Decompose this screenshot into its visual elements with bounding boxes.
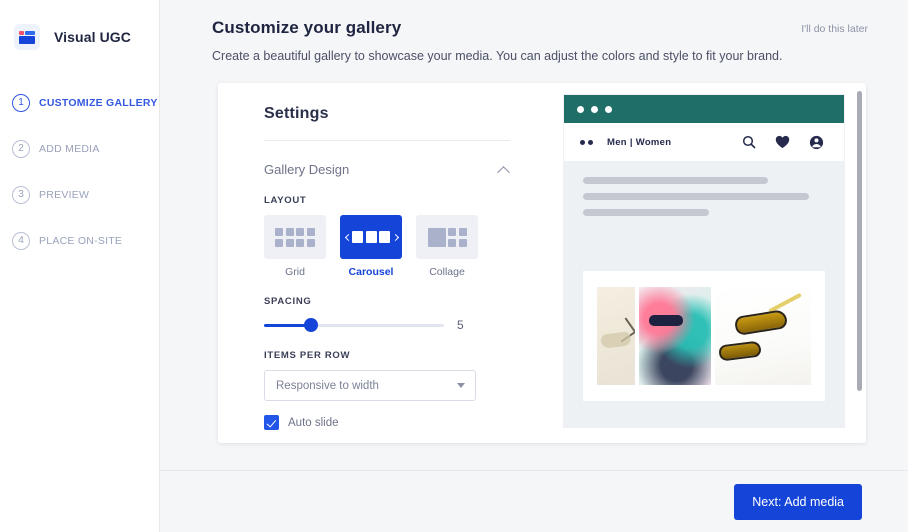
page-title: Customize your gallery [212,18,402,37]
sidebar-item-label: CUSTOMIZE GALLERY [39,97,158,109]
browser-mock: Men | Women [564,95,844,428]
layout-option-grid[interactable]: Grid [264,215,326,278]
placeholder-line [583,193,809,201]
items-per-row-select[interactable]: Responsive to width [264,370,476,402]
spacing-control: 5 [264,318,510,333]
account-icon[interactable] [809,135,824,150]
layout-option-label: Carousel [348,266,394,279]
grid-layout-icon [264,215,326,260]
window-dot-icon [605,105,612,113]
gallery-layout-icon [14,24,40,50]
nav-links[interactable]: Men | Women [607,137,671,148]
page-header: Customize your gallery Create a beautifu… [160,0,908,66]
checkmark-icon[interactable] [264,415,279,431]
brand: Visual UGC [0,24,159,50]
step-number-4: 4 [12,232,30,250]
sidebar-item-add-media[interactable]: 2 ADD MEDIA [0,126,159,172]
collage-layout-icon [416,215,478,260]
placeholder-line [583,177,768,185]
step-number-1: 1 [12,94,30,112]
spacing-label: SPACING [264,296,312,308]
next-add-media-button[interactable]: Next: Add media [734,483,862,520]
sidebar-item-label: PREVIEW [39,189,90,201]
chevron-down-icon [457,383,465,389]
layout-option-label: Collage [429,266,465,279]
footer-bar: Next: Add media [160,470,908,532]
carousel-strip[interactable] [597,287,811,386]
select-value: Responsive to width [276,379,379,392]
layout-option-carousel[interactable]: Carousel [340,215,402,278]
auto-slide-checkbox-row[interactable]: Auto slide [264,415,510,431]
gallery-tile[interactable] [715,287,811,386]
heart-icon[interactable] [775,135,790,149]
sidebar-item-label: ADD MEDIA [39,143,100,155]
customizer-card: Settings Gallery Design LAYOUT Grid Caro… [218,83,866,444]
layout-options: Grid Carousel Collage [264,215,510,278]
auto-slide-label: Auto slide [288,416,339,429]
settings-title: Settings [264,105,329,123]
gallery-tile[interactable] [639,287,711,386]
gallery-tile[interactable] [597,287,635,386]
chevron-up-icon[interactable] [498,164,510,176]
sidebar-item-customize-gallery[interactable]: 1 CUSTOMIZE GALLERY [0,80,159,126]
nav-icon-group [742,135,824,150]
layout-option-collage[interactable]: Collage [416,215,478,278]
gallery-design-section-header[interactable]: Gallery Design [264,162,510,177]
preview-panel: Men | Women [540,83,866,443]
window-dot-icon [591,105,598,113]
items-per-row-label: ITEMS PER ROW [264,350,351,362]
window-dot-icon [577,105,584,113]
customizer-card-wrap: Settings Gallery Design LAYOUT Grid Caro… [160,66,908,470]
spacing-slider[interactable] [264,318,444,333]
app-root: Visual UGC 1 CUSTOMIZE GALLERY 2 ADD MED… [0,0,908,532]
sidebar-item-preview[interactable]: 3 PREVIEW [0,172,159,218]
placeholder-line [583,209,710,217]
slider-knob[interactable] [303,318,318,333]
vertical-scrollbar[interactable] [857,91,862,392]
sidebar: Visual UGC 1 CUSTOMIZE GALLERY 2 ADD MED… [0,0,160,532]
section-title: Gallery Design [264,162,350,178]
gallery-preview [583,271,825,402]
layout-label: LAYOUT [264,195,307,207]
step-number-3: 3 [12,186,30,204]
layout-option-label: Grid [285,266,305,279]
page-subtitle: Create a beautiful gallery to showcase y… [212,49,783,63]
search-icon[interactable] [742,135,756,149]
preview-page-body [564,161,844,428]
browser-title-bar [564,95,844,124]
spacing-value: 5 [457,318,464,333]
carousel-layout-icon [340,215,402,260]
two-dots-logo-icon [580,139,593,145]
main-content: Customize your gallery Create a beautifu… [160,0,908,532]
skip-link[interactable]: I'll do this later [801,23,868,35]
step-number-2: 2 [12,140,30,158]
site-nav: Men | Women [564,123,844,162]
settings-panel: Settings Gallery Design LAYOUT Grid Caro… [218,83,540,443]
sidebar-item-label: PLACE ON-SITE [39,235,123,247]
step-nav: 1 CUSTOMIZE GALLERY 2 ADD MEDIA 3 PREVIE… [0,80,159,264]
brand-name: Visual UGC [54,29,131,45]
sidebar-item-place-on-site[interactable]: 4 PLACE ON-SITE [0,218,159,264]
settings-divider [264,140,510,142]
